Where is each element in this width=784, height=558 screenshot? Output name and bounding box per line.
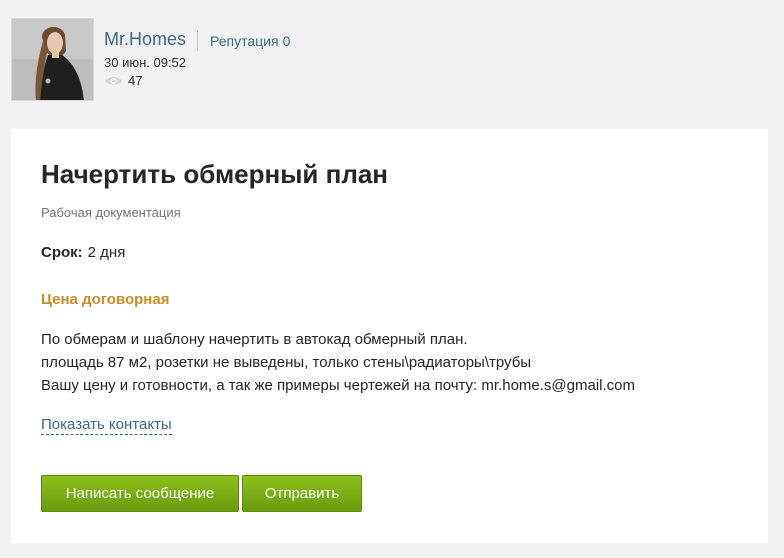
show-contacts-link[interactable]: Показать контакты xyxy=(41,416,172,435)
reputation-label: Репутация xyxy=(210,33,279,49)
views-value: 47 xyxy=(128,73,143,88)
divider xyxy=(197,30,198,51)
views-count: 47 xyxy=(104,73,142,88)
eye-icon xyxy=(104,75,123,87)
deadline-value: 2 дня xyxy=(87,244,126,261)
reputation-value: 0 xyxy=(282,33,291,49)
task-card: Начертить обмерный план Рабочая документ… xyxy=(11,129,768,543)
deadline: Срок: 2 дня xyxy=(41,244,125,261)
author-name-link[interactable]: Mr.Homes xyxy=(104,29,186,50)
task-description: По обмерам и шаблону начертить в автокад… xyxy=(41,328,635,397)
send-button[interactable]: Отправить xyxy=(242,475,362,512)
author-block: Mr.Homes Репутация 0 30 июн. 09:52 47 xyxy=(11,18,511,102)
avatar[interactable] xyxy=(11,18,94,101)
description-line: По обмерам и шаблону начертить в автокад… xyxy=(41,331,468,348)
reputation: Репутация 0 xyxy=(210,33,290,49)
price-label: Цена договорная xyxy=(41,291,170,308)
avatar-photo xyxy=(12,19,93,100)
description-line: Вашу цену и готовности, а так же примеры… xyxy=(41,377,635,394)
task-title: Начертить обмерный план xyxy=(41,159,389,189)
write-message-button[interactable]: Написать сообщение xyxy=(41,475,239,512)
task-category: Рабочая документация xyxy=(41,205,181,220)
deadline-label: Срок: xyxy=(41,244,83,261)
description-line: площадь 87 м2, розетки не выведены, толь… xyxy=(41,354,532,371)
post-date: 30 июн. 09:52 xyxy=(104,55,187,70)
